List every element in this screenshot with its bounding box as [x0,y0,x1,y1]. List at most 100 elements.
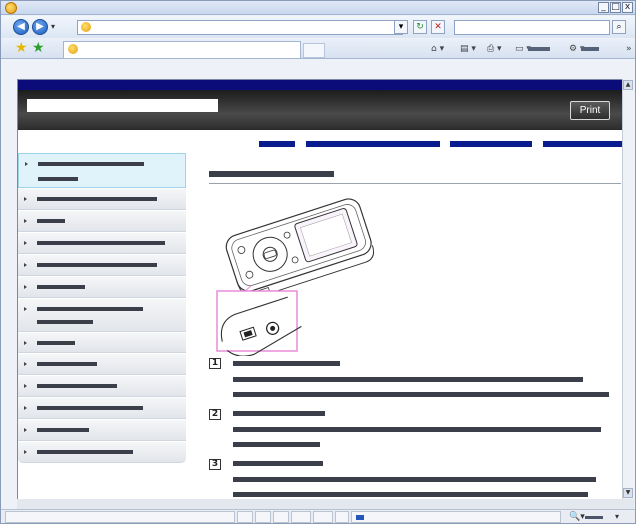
sidebar-item[interactable] [18,299,186,332]
new-tab-button[interactable] [303,43,325,58]
zoom-dropdown[interactable]: ▾ [615,512,619,521]
toolbar-overflow-button[interactable]: » [626,43,632,55]
sidebar-item-label [37,406,143,410]
step-number: 3 [209,459,221,470]
sidebar-item-label [37,320,93,324]
forward-button[interactable]: ▶ [32,19,48,35]
favorites-star-icon[interactable]: ★ [15,39,28,57]
page-icon [81,22,91,32]
status-text-panel [5,511,235,523]
nav-link[interactable] [259,141,295,147]
step-number: 1 [209,358,221,369]
zoom-level-label [585,516,603,519]
add-favorite-icon[interactable]: ★ [32,39,45,57]
address-dropdown-button[interactable]: ▾ [394,20,408,34]
sidebar-arrow-icon [24,197,27,201]
sidebar-arrow-icon [24,384,27,388]
sidebar-arrow-icon [25,162,28,166]
sidebar-arrow-icon [24,219,27,223]
minimize-button[interactable]: _ [598,2,609,13]
sidebar-arrow-icon [24,307,27,311]
sidebar-item[interactable] [18,233,186,254]
sidebar-item[interactable] [18,442,186,463]
sidebar-item[interactable] [18,153,186,188]
nav-link[interactable] [543,141,622,147]
sidebar-item[interactable] [18,189,186,210]
sidebar-item-label [37,428,89,432]
nav-link[interactable] [450,141,532,147]
browser-logo-icon [5,2,17,14]
back-button[interactable]: ◀ [13,19,29,35]
tab-current[interactable] [63,41,301,58]
item-title [233,461,323,466]
item-text-line [233,477,596,482]
status-panel [273,511,289,523]
sidebar-item-label [37,341,75,345]
item-title [233,411,325,416]
refresh-button[interactable]: ↻ [413,20,427,34]
zoom-control[interactable]: 🔍▾ [569,511,585,523]
status-panel [255,511,271,523]
print-icon[interactable]: ⎙ ▾ [487,43,502,55]
zone-icon [356,515,364,520]
sidebar-item-label [37,450,133,454]
history-dropdown[interactable]: ▾ [51,22,55,31]
sidebar-arrow-icon [24,428,27,432]
sidebar-item[interactable] [18,420,186,441]
stop-button[interactable]: ✕ [431,20,445,34]
sidebar-item[interactable] [18,211,186,232]
sidebar-item[interactable] [18,398,186,419]
print-button[interactable]: Print [570,101,610,120]
sidebar-item-label [37,285,85,289]
title-bar [1,1,635,15]
sidebar-item[interactable] [18,255,186,276]
sidebar-item[interactable] [18,333,186,353]
feeds-icon[interactable]: ▤ ▾ [460,43,476,55]
sidebar-arrow-icon [24,406,27,410]
status-panel [335,511,349,523]
sidebar-item-label [38,162,144,166]
browser-window: _ □ x ◀ ▶ ▾ ▾ ↻ ✕ ⌕ ★ ★ ⌂ ▾ ▤ ▾ ⎙ ▾ ▭ ▾ … [0,0,636,524]
sidebar-arrow-icon [24,362,27,366]
status-panel [291,511,311,523]
heading-divider [209,183,621,184]
sidebar-arrow-icon [24,341,27,345]
player-illustration [216,198,375,356]
sidebar-item-label [37,384,117,388]
item-text-line [233,492,588,497]
item-title [233,361,340,366]
nav-link[interactable] [306,141,440,147]
item-text-line [233,392,609,397]
sidebar-item-label [37,197,157,201]
vertical-scrollbar[interactable] [622,79,634,499]
sidebar-item-label [37,241,165,245]
step-number: 2 [209,409,221,420]
scroll-up-icon[interactable]: ▲ [623,80,633,90]
maximize-button[interactable]: □ [610,2,621,13]
sidebar-item[interactable] [18,376,186,397]
section-heading [209,171,334,177]
banner-title-field [27,99,218,112]
sidebar-item[interactable] [18,277,186,298]
sidebar-arrow-icon [24,263,27,267]
status-panel [237,511,253,523]
item-text-line [233,442,320,447]
search-button[interactable]: ⌕ [612,20,626,34]
sidebar-arrow-icon [24,285,27,289]
status-panel [313,511,333,523]
sidebar-item-label [38,177,78,181]
tab-page-icon [68,44,78,54]
scroll-down-icon[interactable]: ▼ [623,488,633,498]
sidebar-arrow-icon [24,450,27,454]
sidebar-item[interactable] [18,354,186,375]
sidebar-item-label [37,219,65,223]
item-text-line [233,377,583,382]
address-bar[interactable] [77,20,403,35]
close-button[interactable]: x [622,2,633,13]
home-icon[interactable]: ⌂ ▾ [431,43,444,55]
tools-menu-label [581,47,599,51]
security-zone-panel[interactable] [351,511,561,523]
sidebar-item-label [37,263,157,267]
horizontal-scroll-area [17,499,634,509]
search-input[interactable] [454,20,610,35]
